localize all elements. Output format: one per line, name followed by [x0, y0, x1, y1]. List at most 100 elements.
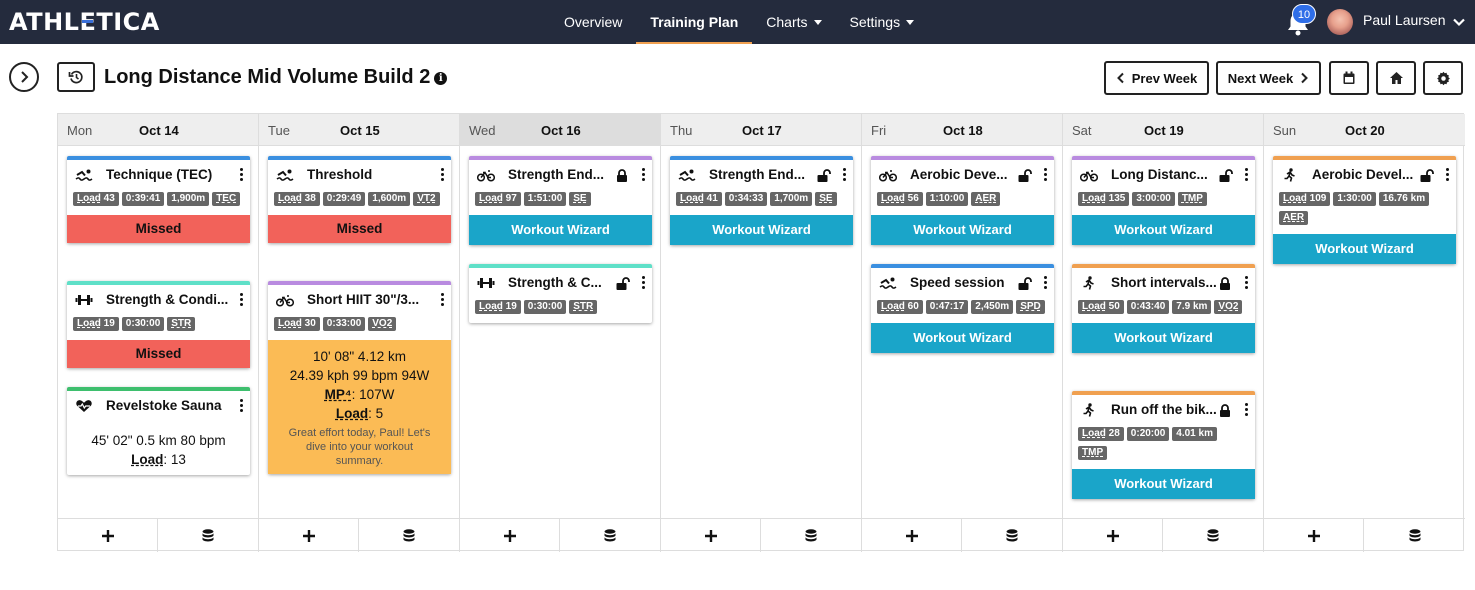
more-options-icon[interactable]	[1245, 168, 1249, 182]
workout-title[interactable]: Strength & C...	[508, 275, 602, 290]
more-options-icon[interactable]	[240, 293, 244, 307]
add-workout-button[interactable]	[661, 519, 761, 552]
workout-card[interactable]: Aerobic Devel... Load 109 1:30:00 16.76 km A…	[1273, 156, 1456, 264]
workout-library-button[interactable]	[159, 519, 259, 552]
unlock-icon[interactable]	[1219, 169, 1233, 182]
workout-library-button[interactable]	[762, 519, 862, 552]
more-options-icon[interactable]	[240, 168, 244, 182]
more-options-icon[interactable]	[1044, 276, 1048, 290]
more-options-icon[interactable]	[1044, 168, 1048, 182]
unlock-icon[interactable]	[817, 169, 831, 182]
more-options-icon[interactable]	[240, 399, 244, 413]
workout-title[interactable]: Long Distanc...	[1111, 167, 1208, 182]
workout-title[interactable]: Aerobic Deve...	[910, 167, 1008, 182]
lock-icon[interactable]	[616, 169, 628, 182]
unlock-icon[interactable]	[1018, 169, 1032, 182]
expand-sidebar-button[interactable]	[9, 62, 39, 92]
workout-title[interactable]: Strength & Condi...	[106, 292, 228, 307]
nav-link-training-plan[interactable]: Training Plan	[636, 0, 753, 44]
workout-tag: 1:51:00	[523, 192, 567, 206]
workout-library-button[interactable]	[963, 519, 1063, 552]
workout-card[interactable]: Run off the bik... Load 28 0:20:00 4.01 km T…	[1072, 391, 1255, 499]
more-options-icon[interactable]	[441, 168, 445, 182]
workout-title[interactable]: Run off the bik...	[1111, 402, 1217, 417]
info-icon[interactable]: i	[434, 72, 448, 85]
workout-card[interactable]: Strength End... Load 97 1:51:00 SE Workout W…	[469, 156, 652, 245]
workout-wizard-button[interactable]: Workout Wizard	[1072, 215, 1255, 245]
missed-status: Missed	[268, 215, 451, 243]
workout-title[interactable]: Short intervals...	[1111, 275, 1217, 290]
nav-link-settings[interactable]: Settings	[836, 0, 929, 44]
prev-week-button[interactable]: Prev Week	[1104, 61, 1209, 95]
workout-title[interactable]: Technique (TEC)	[106, 167, 212, 182]
workout-card[interactable]: Strength End... Load 41 0:34:33 1,700m SE Wor…	[670, 156, 853, 245]
workout-card[interactable]: Threshold Load 38 0:29:49 1,600m VT2 Missed	[268, 156, 451, 243]
lock-icon[interactable]	[1219, 277, 1231, 290]
more-options-icon[interactable]	[1245, 276, 1249, 290]
add-workout-button[interactable]	[1063, 519, 1163, 552]
nav-link-charts[interactable]: Charts	[752, 0, 835, 44]
more-options-icon[interactable]	[441, 293, 445, 307]
workout-card[interactable]: Long Distanc... Load 135 3:00:00 TMP Workout…	[1072, 156, 1255, 245]
day-header: Thu Oct 17	[661, 114, 861, 146]
workout-summary: 45' 02" 0.5 km 80 bpm Load: 13	[67, 421, 250, 475]
workout-title[interactable]: Speed session	[910, 275, 1005, 290]
add-workout-button[interactable]	[1264, 519, 1364, 552]
workout-tag: Load 38	[274, 192, 320, 206]
unlock-icon[interactable]	[616, 277, 630, 290]
next-week-button[interactable]: Next Week	[1216, 61, 1321, 95]
workout-wizard-button[interactable]: Workout Wizard	[871, 323, 1054, 353]
workout-title[interactable]: Strength End...	[508, 167, 604, 182]
user-name[interactable]: Paul Laursen	[1363, 12, 1446, 28]
lock-icon[interactable]	[1219, 404, 1231, 417]
add-workout-button[interactable]	[58, 519, 158, 552]
workout-wizard-button[interactable]: Workout Wizard	[1072, 323, 1255, 353]
workout-title[interactable]: Aerobic Devel...	[1312, 167, 1413, 182]
workout-tag: Load 19	[475, 300, 521, 314]
workout-wizard-button[interactable]: Workout Wizard	[1273, 234, 1456, 264]
workout-title[interactable]: Strength End...	[709, 167, 805, 182]
more-options-icon[interactable]	[843, 168, 847, 182]
workout-wizard-button[interactable]: Workout Wizard	[871, 215, 1054, 245]
workout-tag: TEC	[212, 192, 241, 206]
avatar[interactable]	[1327, 9, 1353, 35]
workout-title[interactable]: Threshold	[307, 167, 372, 182]
plus-icon	[905, 529, 918, 542]
athletica-logo[interactable]: ATHLETICA	[9, 7, 160, 37]
more-options-icon[interactable]	[1446, 168, 1450, 182]
workout-library-button[interactable]	[1365, 519, 1465, 552]
workout-wizard-button[interactable]: Workout Wizard	[670, 215, 853, 245]
workout-wizard-button[interactable]: Workout Wizard	[1072, 469, 1255, 499]
workout-title[interactable]: Revelstoke Sauna	[106, 398, 222, 413]
workout-card[interactable]: Short HIIT 30"/3... Load 30 0:33:00 VO2 10' …	[268, 281, 451, 474]
add-workout-button[interactable]	[259, 519, 359, 552]
workout-title[interactable]: Short HIIT 30"/3...	[307, 292, 419, 307]
workout-library-button[interactable]	[561, 519, 661, 552]
workout-card[interactable]: Speed session Load 60 0:47:17 2,450m SPD Work…	[871, 264, 1054, 353]
workout-library-button[interactable]	[1164, 519, 1264, 552]
unlock-icon[interactable]	[1420, 169, 1434, 182]
workout-card[interactable]: Strength & C... Load 19 0:30:00 STR	[469, 264, 652, 323]
more-options-icon[interactable]	[642, 276, 646, 290]
add-workout-button[interactable]	[460, 519, 560, 552]
more-options-icon[interactable]	[1245, 403, 1249, 417]
settings-button[interactable]	[1423, 61, 1463, 95]
workout-card[interactable]: Strength & Condi... Load 19 0:30:00 STR Miss…	[67, 281, 250, 368]
unlock-icon[interactable]	[1018, 277, 1032, 290]
more-options-icon[interactable]	[642, 168, 646, 182]
workout-card[interactable]: Revelstoke Sauna 45' 02" 0.5 km 80 bpm Loa…	[67, 387, 250, 475]
workout-card[interactable]: Short intervals... Load 50 0:43:40 7.9 km VO…	[1072, 264, 1255, 353]
workout-library-button[interactable]	[360, 519, 460, 552]
home-button[interactable]	[1376, 61, 1416, 95]
day-date: Oct 16	[541, 123, 581, 138]
workout-card[interactable]: Aerobic Deve... Load 56 1:10:00 AER Workout …	[871, 156, 1054, 245]
calendar-button[interactable]	[1329, 61, 1369, 95]
workout-wizard-button[interactable]: Workout Wizard	[469, 215, 652, 245]
workout-card-header: Strength End...	[670, 160, 853, 190]
chevron-down-icon[interactable]	[1452, 15, 1466, 29]
run-icon	[1080, 403, 1098, 417]
add-workout-button[interactable]	[862, 519, 962, 552]
nav-link-overview[interactable]: Overview	[550, 0, 636, 44]
plan-history-button[interactable]	[57, 62, 95, 92]
workout-card[interactable]: Technique (TEC) Load 43 0:39:41 1,900m TEC Mi…	[67, 156, 250, 243]
